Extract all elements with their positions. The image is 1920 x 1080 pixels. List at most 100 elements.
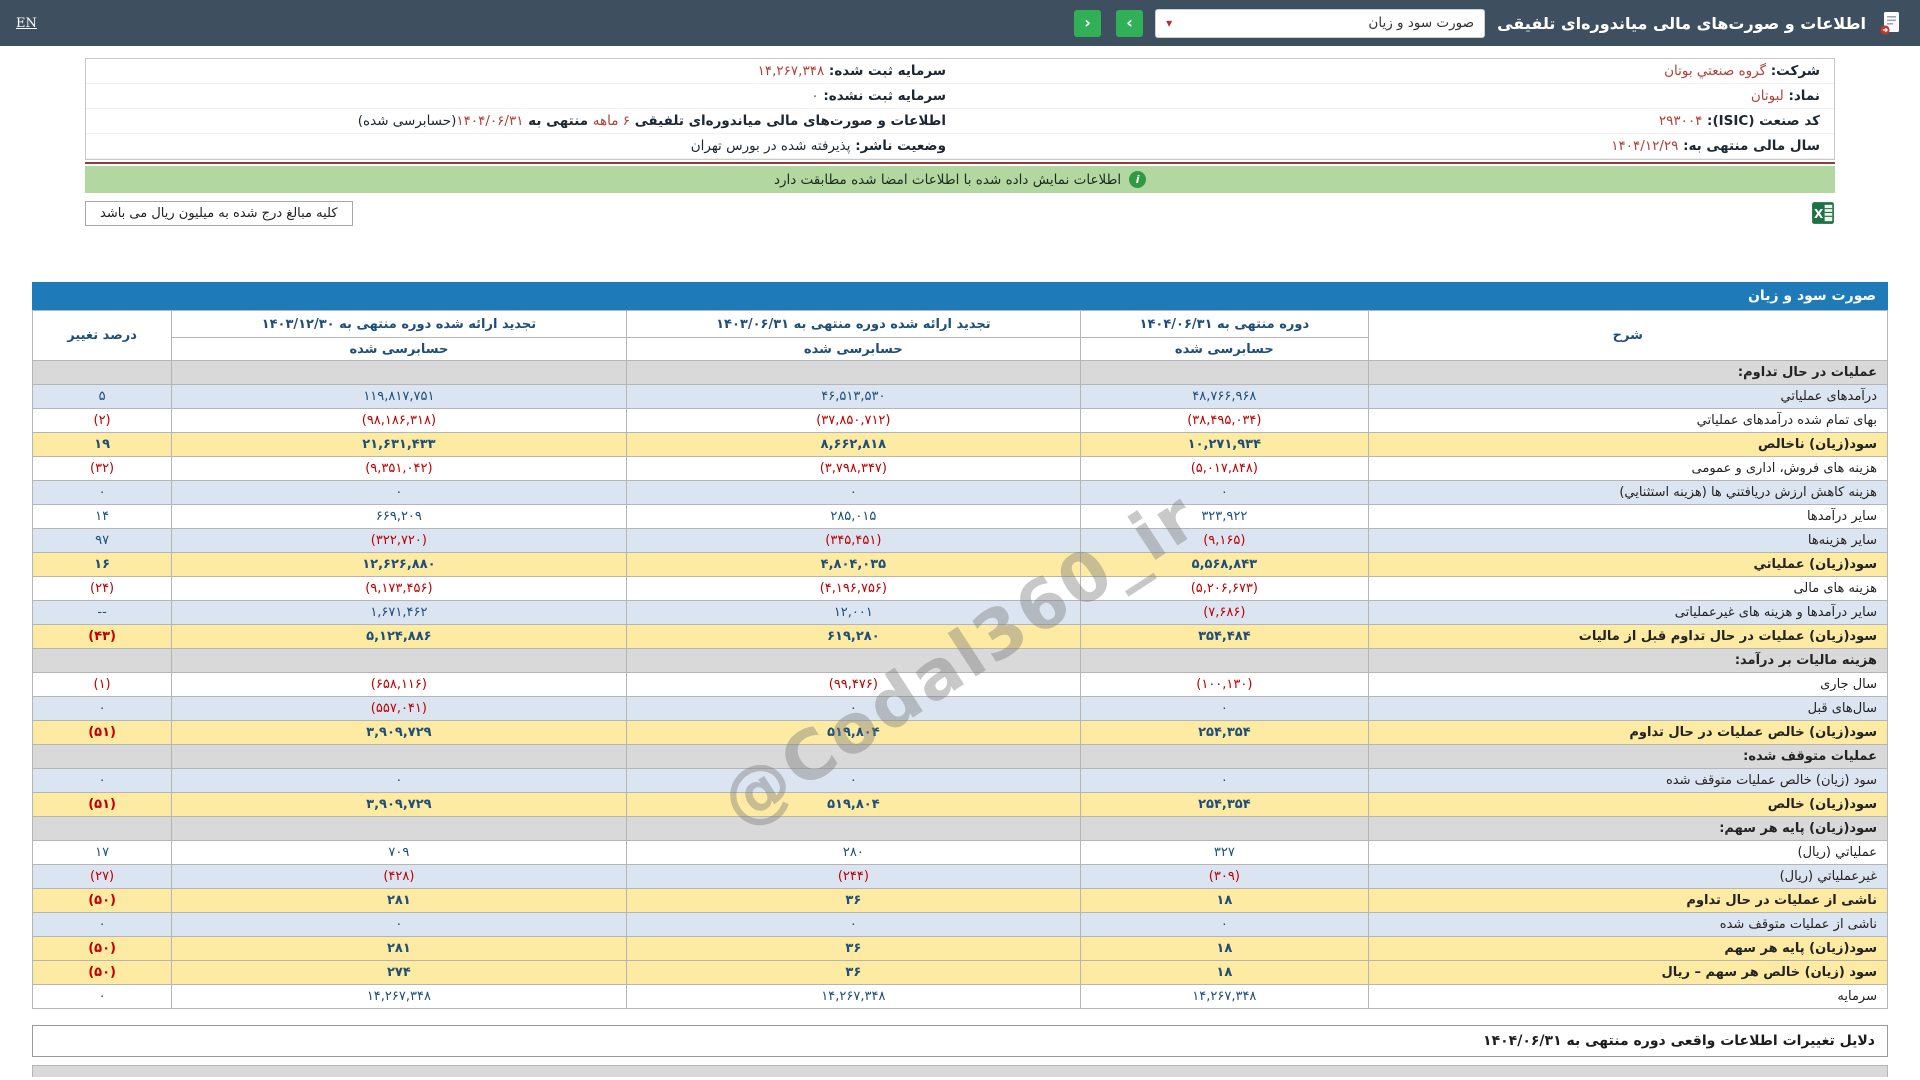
value-cell: ۲۸۱ [172,889,626,913]
value-cell: ۱۰,۲۷۱,۹۳۴ [1081,433,1369,457]
row-label: سال جاری [1368,673,1887,697]
value-cell: ۲۵۴,۳۵۴ [1081,721,1369,745]
value-cell [626,817,1080,841]
statement-row: هزینه های فروش، اداری و عمومی(۵,۰۱۷,۸۴۸)… [33,457,1888,481]
value-cell: ۰ [33,769,172,793]
value-cell: ۱۸ [1081,889,1369,913]
row-label: سود(زیان) ناخالص [1368,433,1887,457]
statement-row: ناشی از عملیات متوقف شده۰۰۰۰ [33,913,1888,937]
isic-code-label: کد صنعت (ISIC): [1702,113,1820,129]
publisher-status-value: پذیرفته شده در بورس تهران [691,138,851,154]
audited-label: حسابرسی شده [1081,338,1369,361]
value-cell: ۶۶۹,۲۰۹ [172,505,626,529]
value-cell: (۹,۳۵۱,۰۴۲) [172,457,626,481]
row-label: سود(زیان) خالص عملیات در حال تداوم [1368,721,1887,745]
value-cell: ۶۱۹,۲۸۰ [626,625,1080,649]
value-cell: (۳۰۹) [1081,865,1369,889]
section-header-row: عملیات متوقف شده: [33,745,1888,769]
row-label: سایر درآمدها و هزینه های غیرعملیاتی [1368,601,1887,625]
statement-row: هزینه های مالی(۵,۲۰۶,۶۷۳)(۴,۱۹۶,۷۵۶)(۹,۱… [33,577,1888,601]
statement-row: سایر درآمدها و هزینه های غیرعملیاتی(۷,۶۸… [33,601,1888,625]
value-cell: ۵,۵۶۸,۸۴۳ [1081,553,1369,577]
statement-row: غیرعملیاتي (ریال)(۳۰۹)(۲۴۴)(۴۲۸)(۲۷) [33,865,1888,889]
ticker-symbol: نماد: لبوتان [960,84,1834,109]
ticker-symbol-value: لبوتان [1751,88,1784,104]
value-cell: -- [33,601,172,625]
report-document-icon [1878,10,1904,36]
value-cell: ۷۰۹ [172,841,626,865]
column-header-period-current: دوره منتهی به ۱۴۰۴/۰۶/۳۱ [1081,311,1369,338]
report-period-value: (حسابرسی شده) [358,113,457,129]
statement-row: سود (زیان) خالص عملیات متوقف شده۰۰۰۰ [33,769,1888,793]
value-cell: ۹۷ [33,529,172,553]
value-cell: ۲۸۵,۰۱۵ [626,505,1080,529]
statement-select-value: صورت سود و زیان [1368,15,1474,31]
value-cell: (۹۸,۱۸۶,۳۱۸) [172,409,626,433]
row-label: سایر هزینه‌ها [1368,529,1887,553]
value-cell: (۳۴۵,۴۵۱) [626,529,1080,553]
value-cell [626,649,1080,673]
report-period-label: اطلاعات و صورت‌های مالی میاندوره‌ای تلفی… [630,113,946,129]
value-cell: (۹,۱۶۵) [1081,529,1369,553]
value-cell: ۳۶ [626,961,1080,985]
prev-statement-button[interactable]: ‹ [1074,10,1101,37]
value-cell: ۳۵۴,۴۸۴ [1081,625,1369,649]
table-header-row: شرح دوره منتهی به ۱۴۰۴/۰۶/۳۱ تجدید ارائه… [33,311,1888,338]
next-table-partial-header [32,1065,1888,1077]
statement-row: سایر درآمدها۳۲۳,۹۲۲۲۸۵,۰۱۵۶۶۹,۲۰۹۱۴ [33,505,1888,529]
row-label: غیرعملیاتي (ریال) [1368,865,1887,889]
column-header-period-yearend: تجدید ارائه شده دوره منتهی به ۱۴۰۳/۱۲/۳۰ [172,311,626,338]
isic-code: کد صنعت (ISIC): ۲۹۳۰۰۴ [960,109,1834,134]
statement-row: ناشی از عملیات در حال تداوم۱۸۳۶۲۸۱(۵۰) [33,889,1888,913]
value-cell [626,745,1080,769]
amounts-unit-note: کلیه مبالغ درج شده به میلیون ریال می باش… [85,201,353,226]
value-cell: ۰ [1081,697,1369,721]
row-label: هزینه های فروش، اداری و عمومی [1368,457,1887,481]
value-cell: ۳۶ [626,937,1080,961]
value-cell: ۱۷ [33,841,172,865]
isic-code-value: ۲۹۳۰۰۴ [1659,113,1703,129]
value-cell [172,817,626,841]
company-info-grid: شرکت: گروه صنعتي بوتانسرمایه ثبت شده: ۱۴… [86,59,1834,159]
value-cell: ۵۱۹,۸۰۴ [626,793,1080,817]
next-statement-button[interactable]: › [1116,10,1143,37]
value-cell: ۱۴,۲۶۷,۳۴۸ [626,985,1080,1009]
statement-type-select[interactable]: صورت سود و زیان ▾ [1155,9,1485,38]
value-cell [33,817,172,841]
statement-row: درآمدهای عملیاتي۴۸,۷۶۶,۹۶۸۴۶,۵۱۳,۵۳۰۱۱۹,… [33,385,1888,409]
value-cell: ۱,۶۷۱,۴۶۲ [172,601,626,625]
value-cell [1081,817,1369,841]
value-cell [33,361,172,385]
statement-row: سال جاری(۱۰۰,۱۳۰)(۹۹,۴۷۶)(۶۵۸,۱۱۶)(۱) [33,673,1888,697]
row-label: ناشی از عملیات متوقف شده [1368,913,1887,937]
changes-reasons-bar[interactable]: دلایل تغییرات اطلاعات واقعی دوره منتهی ب… [32,1025,1888,1057]
value-cell: ۳,۹۰۹,۷۲۹ [172,793,626,817]
registered-capital: سرمایه ثبت شده: ۱۴,۲۶۷,۳۴۸ [86,59,960,84]
row-label: عملیاتي (ریال) [1368,841,1887,865]
column-header-percent-change: درصد تغییر [33,311,172,361]
row-label: هزینه های مالی [1368,577,1887,601]
note-row: X کلیه مبالغ درج شده به میلیون ریال می ب… [85,201,1835,226]
row-label: هزینه کاهش ارزش دریافتني ها (هزینه استثن… [1368,481,1887,505]
excel-export-icon[interactable]: X [1811,201,1835,225]
value-cell: (۷,۶۸۶) [1081,601,1369,625]
value-cell: (۵,۲۰۶,۶۷۳) [1081,577,1369,601]
audited-label: حسابرسی شده [626,338,1080,361]
ticker-symbol-label: نماد: [1784,88,1820,104]
value-cell [1081,361,1369,385]
company-name: شرکت: گروه صنعتي بوتان [960,59,1834,84]
section-header-row: عملیات در حال تداوم: [33,361,1888,385]
value-cell: ۰ [1081,769,1369,793]
row-label: هزینه مالیات بر درآمد: [1368,649,1887,673]
row-label: سود(زیان) عملیات در حال تداوم قبل از مال… [1368,625,1887,649]
value-cell: ۱۲,۰۰۱ [626,601,1080,625]
value-cell: ۱۴,۲۶۷,۳۴۸ [172,985,626,1009]
row-label: بهای تمام شده درآمدهای عملیاتي [1368,409,1887,433]
value-cell: ۵ [33,385,172,409]
value-cell: (۶۵۸,۱۱۶) [172,673,626,697]
statement-row: سایر هزینه‌ها(۹,۱۶۵)(۳۴۵,۴۵۱)(۳۲۲,۷۲۰)۹۷ [33,529,1888,553]
value-cell: ۳۲۷ [1081,841,1369,865]
value-cell: ۰ [1081,913,1369,937]
statement-row: سال‌های قبل۰۰(۵۵۷,۰۴۱)۰ [33,697,1888,721]
english-language-link[interactable]: EN [16,16,37,31]
